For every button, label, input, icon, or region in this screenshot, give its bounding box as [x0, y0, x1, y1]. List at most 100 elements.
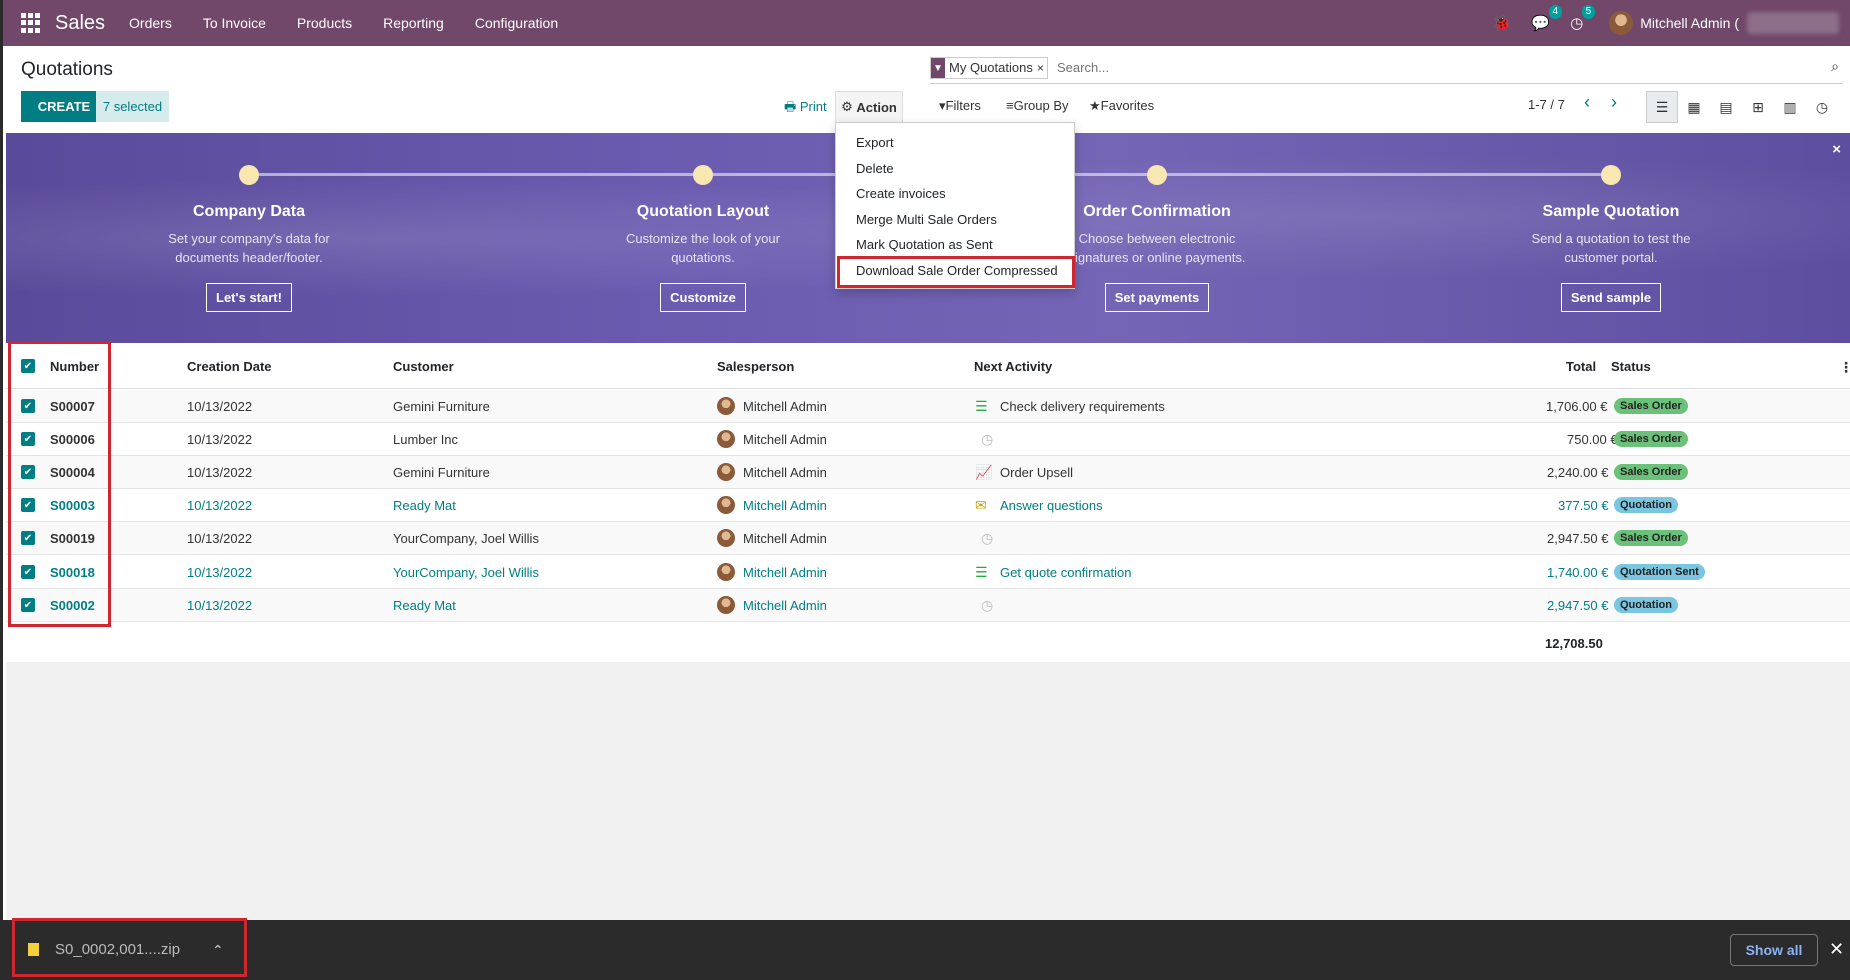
envelope-icon[interactable]: ✉ [975, 497, 987, 514]
menu-to-invoice[interactable]: To Invoice [203, 15, 266, 31]
facet-remove-icon[interactable]: × [1037, 58, 1047, 78]
table-row[interactable]: ✔ S00003 10/13/2022 Ready Mat Mitchell A… [6, 489, 1850, 522]
search-bar: ▼ My Quotations × ⌕ [930, 56, 1843, 84]
action-delete[interactable]: Delete [856, 161, 894, 176]
clock-icon[interactable]: ◷ [981, 530, 993, 547]
list-icon[interactable]: ☰ [975, 564, 988, 581]
col-creation-date[interactable]: Creation Date [187, 359, 272, 374]
chevron-up-icon[interactable]: ⌃ [212, 942, 224, 959]
table-row[interactable]: ✔ S00019 10/13/2022 YourCompany, Joel Wi… [6, 522, 1850, 555]
menu-configuration[interactable]: Configuration [475, 15, 558, 31]
salesperson: Mitchell Admin [743, 498, 827, 513]
messages-badge: 4 [1548, 5, 1563, 19]
list-view-icon[interactable]: ☰ [1646, 91, 1678, 123]
debug-bug-icon[interactable]: 🐞 [1493, 14, 1512, 32]
close-icon[interactable]: × [1832, 141, 1841, 158]
menu-reporting[interactable]: Reporting [383, 15, 444, 31]
next-activity[interactable]: Check delivery requirements [1000, 399, 1165, 414]
clock-icon[interactable]: ◷ [981, 431, 993, 448]
kanban-view-icon[interactable]: ▦ [1678, 91, 1710, 123]
action-button[interactable]: ⚙ Action [835, 91, 903, 123]
download-file-name[interactable]: S0_0002,001....zip [55, 941, 180, 958]
step-title: Company Data [192, 203, 306, 220]
next-activity[interactable]: Get quote confirmation [1000, 565, 1132, 580]
step-description: Choose between electronic signatures or … [1068, 231, 1246, 265]
col-status[interactable]: Status [1611, 359, 1651, 374]
user-avatar[interactable] [1609, 11, 1634, 35]
top-navbar: Sales Orders To Invoice Products Reporti… [3, 0, 1850, 46]
activities-clock-icon[interactable]: ◷ 5 [1570, 5, 1596, 32]
messages-icon[interactable]: 💬 4 [1531, 5, 1563, 32]
salesperson-avatar [717, 463, 735, 481]
filter-icon: ▼ [931, 58, 945, 78]
total: 2,240.00 € [1547, 465, 1609, 480]
chart-icon[interactable]: 📈 [975, 464, 992, 481]
next-activity[interactable]: Answer questions [1000, 498, 1103, 513]
user-name[interactable]: Mitchell Admin ( [1640, 15, 1739, 31]
grand-total: 12,708.50 [1545, 636, 1603, 651]
search-input[interactable] [1057, 60, 1233, 75]
col-salesperson[interactable]: Salesperson [717, 359, 794, 374]
pager-previous-icon[interactable]: ‹ [1584, 92, 1590, 113]
menu-orders[interactable]: Orders [129, 15, 172, 31]
lets-start-button[interactable]: Let's start! [206, 283, 292, 312]
step-quotation-layout: Quotation Layout Customize the look of y… [553, 133, 853, 312]
search-icon[interactable]: ⌕ [1831, 58, 1839, 75]
pager-next-icon[interactable]: › [1611, 92, 1617, 113]
set-payments-button[interactable]: Set payments [1104, 283, 1210, 312]
salesperson-avatar [717, 529, 735, 547]
step-description: Set your company's data for documents he… [168, 231, 330, 265]
action-create-invoices[interactable]: Create invoices [856, 186, 946, 201]
col-total[interactable]: Total [1566, 359, 1596, 374]
redacted-blur [1747, 12, 1839, 34]
col-customer[interactable]: Customer [393, 359, 454, 374]
table-header: ✔ Number Creation Date Customer Salesper… [6, 343, 1850, 389]
close-icon[interactable]: ✕ [1829, 939, 1844, 960]
table-row[interactable]: ✔ S00006 10/13/2022 Lumber Inc Mitchell … [6, 423, 1850, 456]
graph-view-icon[interactable]: ▥ [1774, 91, 1806, 123]
table-row[interactable]: ✔ S00004 10/13/2022 Gemini Furniture Mit… [6, 456, 1850, 489]
pivot-view-icon[interactable]: ⊞ [1742, 91, 1774, 123]
creation-date: 10/13/2022 [187, 399, 253, 414]
step-description: Send a quotation to test the customer po… [1531, 231, 1691, 265]
action-export[interactable]: Export [856, 135, 894, 150]
app-name[interactable]: Sales [55, 12, 105, 35]
next-activity[interactable]: Order Upsell [1000, 465, 1073, 480]
create-button[interactable]: CREATE [21, 91, 107, 122]
show-all-button[interactable]: Show all [1730, 934, 1818, 966]
status-badge: Sales Order [1614, 431, 1688, 447]
total: 750.00 € [1567, 432, 1618, 447]
print-icon: 🖶 [784, 99, 800, 114]
list-icon[interactable]: ☰ [975, 398, 988, 415]
send-sample-button[interactable]: Send sample [1560, 283, 1662, 312]
col-next-activity[interactable]: Next Activity [974, 359, 1052, 374]
filters-button[interactable]: ▾Filters [939, 98, 981, 114]
table-row[interactable]: ✔ S00007 10/13/2022 Gemini Furniture Mit… [6, 390, 1850, 423]
customize-button[interactable]: Customize [660, 283, 746, 312]
activity-view-icon[interactable]: ◷ [1806, 91, 1838, 123]
star-icon: ★ [1089, 98, 1101, 113]
pager-value[interactable]: 1-7 / 7 [1528, 97, 1565, 112]
clock-icon[interactable]: ◷ [981, 597, 993, 614]
customer: YourCompany, Joel Willis [393, 531, 539, 546]
action-merge-orders[interactable]: Merge Multi Sale Orders [856, 212, 997, 227]
total: 2,947.50 € [1547, 598, 1609, 613]
facet-label: My Quotations [949, 60, 1033, 75]
optional-columns-icon[interactable]: ⋮ [1839, 359, 1850, 376]
navbar-systray: 🐞 💬 4 ◷ 5 Mitchell Admin ( [1493, 0, 1850, 46]
print-button[interactable]: 🖶 Print [784, 98, 827, 120]
step-dot [1147, 165, 1167, 185]
favorites-button[interactable]: ★Favorites [1089, 98, 1154, 114]
table-row[interactable]: ✔ S00002 10/13/2022 Ready Mat Mitchell A… [6, 589, 1850, 622]
apps-menu-icon[interactable] [21, 13, 41, 33]
search-facet[interactable]: ▼ My Quotations × [930, 57, 1048, 79]
groupby-label: Group By [1013, 98, 1069, 113]
action-mark-sent[interactable]: Mark Quotation as Sent [856, 237, 993, 252]
download-bar [3, 920, 1850, 980]
step-description: Customize the look of your quotations. [626, 231, 780, 265]
calendar-view-icon[interactable]: ▤ [1710, 91, 1742, 123]
table-row[interactable]: ✔ S00018 10/13/2022 YourCompany, Joel Wi… [6, 556, 1850, 589]
groupby-button[interactable]: ≡Group By [1006, 98, 1069, 113]
menu-products[interactable]: Products [297, 15, 352, 31]
action-dropdown-menu: Export Delete Create invoices Merge Mult… [835, 122, 1075, 289]
